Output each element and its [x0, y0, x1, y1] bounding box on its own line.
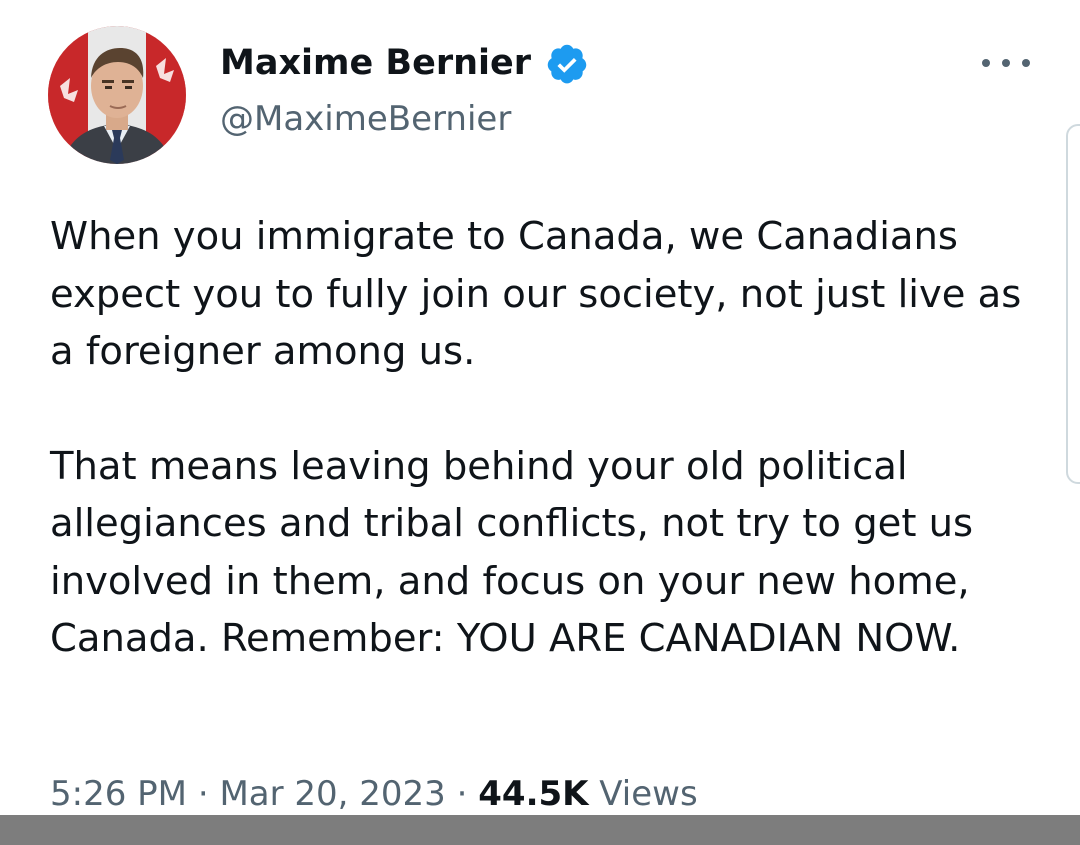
avatar[interactable] [48, 26, 186, 164]
avatar-photo [48, 26, 186, 164]
author-name[interactable]: Maxime Bernier [220, 40, 531, 86]
tweet-paragraph-1: When you immigrate to Canada, we Canadia… [50, 214, 1022, 374]
author-handle[interactable]: @MaximeBernier [220, 97, 511, 141]
meta-separator: · [197, 774, 209, 814]
tweet-time[interactable]: 5:26 PM [50, 774, 187, 814]
verified-badge-icon [547, 44, 587, 84]
tweet-meta: 5:26 PM · Mar 20, 2023 · 44.5K Views [50, 770, 698, 818]
tweet-paragraph-2: That means leaving behind your old polit… [50, 443, 974, 662]
bottom-bar [0, 815, 1080, 845]
side-scroll-edge [1066, 124, 1080, 484]
more-horizontal-icon [982, 59, 990, 67]
views-label: Views [599, 774, 698, 814]
meta-separator: · [456, 774, 468, 814]
more-horizontal-icon [1002, 59, 1010, 67]
tweet-text: When you immigrate to Canada, we Canadia… [50, 208, 1050, 668]
tweet-card: Maxime Bernier @MaximeBernier When you i… [0, 0, 1080, 815]
more-horizontal-icon [1022, 59, 1030, 67]
tweet-date[interactable]: Mar 20, 2023 [219, 774, 445, 814]
views-count: 44.5K [478, 774, 589, 814]
more-options-button[interactable] [978, 48, 1034, 78]
